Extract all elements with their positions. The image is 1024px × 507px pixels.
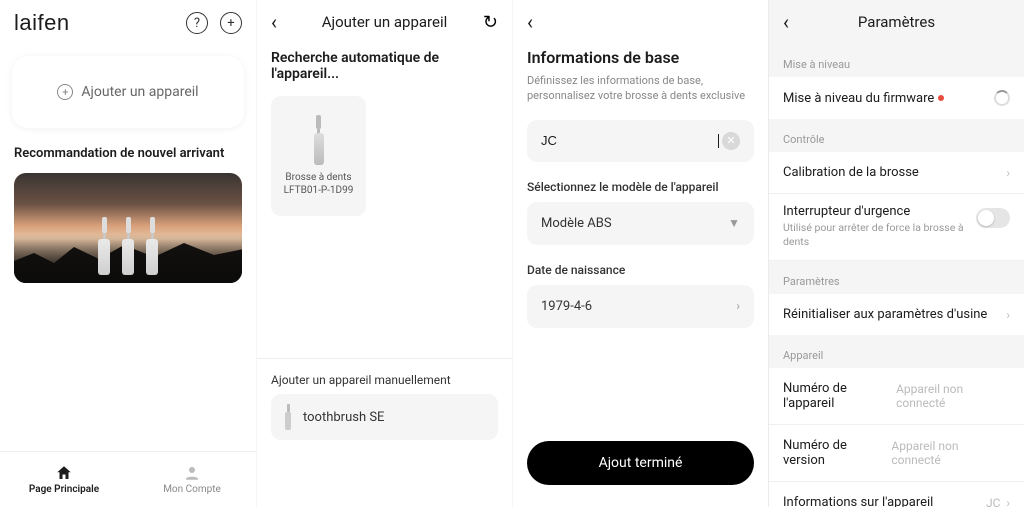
done-button[interactable]: Ajout terminé: [527, 441, 754, 485]
model-select[interactable]: Modèle ABS ▼: [527, 202, 754, 245]
plus-icon: +: [57, 84, 73, 100]
firmware-label: Mise à niveau du firmware: [783, 91, 934, 106]
device-number-label: Numéro de l'appareil: [783, 381, 896, 411]
section-parameters: Paramètres: [769, 261, 1024, 294]
back-button[interactable]: ‹: [527, 10, 547, 34]
device-number-value: Appareil non connecté: [896, 382, 1010, 410]
emergency-title: Interrupteur d'urgence: [783, 204, 968, 219]
calibration-row[interactable]: Calibration de la brosse ›: [769, 152, 1024, 194]
chevron-right-icon: ›: [736, 299, 740, 313]
model-value: Modèle ABS: [541, 216, 612, 231]
emergency-switch-row: Interrupteur d'urgence Utilisé pour arrê…: [769, 194, 1024, 261]
user-icon: [183, 464, 201, 482]
dob-value: 1979-4-6: [541, 299, 592, 314]
chevron-right-icon: ›: [1006, 308, 1010, 322]
basic-info-title: Informations de base: [513, 44, 768, 73]
add-device-card[interactable]: + Ajouter un appareil: [12, 56, 244, 128]
nav-home-label: Page Principale: [29, 484, 99, 495]
reset-label: Réinitialiser aux paramètres d'usine: [783, 307, 987, 322]
bottom-nav: Page Principale Mon Compte: [0, 451, 256, 507]
clear-input-icon[interactable]: ✕: [722, 132, 740, 150]
help-icon[interactable]: ?: [186, 12, 208, 34]
back-button[interactable]: ‹: [271, 10, 291, 34]
model-label: Sélectionnez le modèle de l'appareil: [513, 180, 768, 202]
toothbrushes-illustration: [97, 217, 159, 275]
chevron-right-icon: ›: [1006, 166, 1010, 180]
section-upgrade: Mise à niveau: [769, 44, 1024, 77]
add-device-label: Ajouter un appareil: [81, 84, 198, 100]
loading-spinner-icon: [994, 90, 1010, 106]
dob-select[interactable]: 1979-4-6 ›: [527, 285, 754, 328]
dob-label: Date de naissance: [513, 263, 768, 285]
page-title: Paramètres: [803, 13, 990, 31]
version-number-value: Appareil non connecté: [891, 439, 1010, 467]
nav-account-label: Mon Compte: [163, 484, 221, 495]
name-field-wrap[interactable]: ✕: [527, 120, 754, 162]
name-input[interactable]: [541, 133, 717, 148]
device-info-label: Informations sur l'appareil: [783, 495, 933, 507]
add-icon[interactable]: +: [220, 12, 242, 34]
device-info-value: JC: [986, 496, 1000, 507]
manual-add-title: Ajouter un appareil manuellement: [257, 358, 512, 397]
device-info-row[interactable]: Informations sur l'appareil JC ›: [769, 482, 1024, 507]
chevron-right-icon: ›: [1006, 496, 1010, 507]
emergency-toggle[interactable]: [976, 208, 1010, 228]
found-device-card[interactable]: Brosse à dents LFTB01-P-1D99: [271, 96, 366, 216]
version-number-row[interactable]: Numéro de version Appareil non connecté: [769, 425, 1024, 482]
toothbrush-icon: [314, 115, 324, 165]
basic-info-subtitle: Définissez les informations de base, per…: [513, 73, 768, 120]
manual-device-row[interactable]: toothbrush SE: [271, 394, 498, 440]
nav-home[interactable]: Page Principale: [0, 452, 128, 507]
section-control: Contrôle: [769, 119, 1024, 152]
firmware-upgrade-row[interactable]: Mise à niveau du firmware: [769, 77, 1024, 119]
device-label: Brosse à dents LFTB01-P-1D99: [284, 171, 354, 197]
manual-device-label: toothbrush SE: [303, 410, 384, 425]
section-device: Appareil: [769, 335, 1024, 368]
searching-label: Recherche automatique de l'appareil...: [257, 44, 512, 96]
back-button[interactable]: ‹: [783, 10, 803, 34]
version-number-label: Numéro de version: [783, 438, 891, 468]
calibration-label: Calibration de la brosse: [783, 165, 919, 180]
factory-reset-row[interactable]: Réinitialiser aux paramètres d'usine ›: [769, 294, 1024, 335]
page-title: Ajouter un appareil: [291, 13, 478, 31]
nav-account[interactable]: Mon Compte: [128, 452, 256, 507]
toothbrush-mini-icon: [285, 404, 291, 430]
dropdown-icon: ▼: [728, 216, 740, 230]
home-icon: [55, 464, 73, 482]
update-badge-icon: [938, 95, 944, 101]
recommendation-title: Recommandation de nouvel arrivant: [0, 146, 256, 169]
device-number-row[interactable]: Numéro de l'appareil Appareil non connec…: [769, 368, 1024, 425]
brand-logo: laifen: [14, 10, 70, 36]
recommendation-banner[interactable]: [14, 173, 242, 283]
refresh-icon[interactable]: ↻: [478, 12, 498, 33]
emergency-subtitle: Utilisé pour arrêter de force la brosse …: [783, 221, 968, 248]
